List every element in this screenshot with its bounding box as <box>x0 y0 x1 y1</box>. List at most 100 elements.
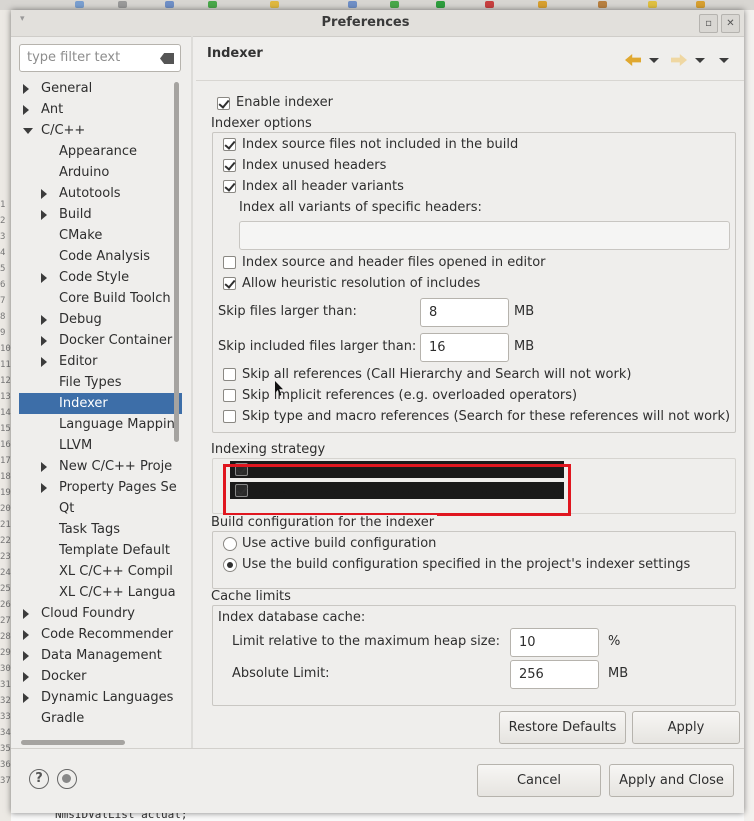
tree-item[interactable]: File Types <box>19 372 182 393</box>
tree-item[interactable]: Cloud Foundry <box>19 603 182 624</box>
tree-item[interactable]: Dynamic Languages <box>19 687 182 708</box>
absolute-limit-field[interactable] <box>510 660 599 689</box>
view-menu-chevron-icon[interactable] <box>719 58 729 63</box>
tree-item[interactable]: Property Pages Se <box>19 477 182 498</box>
tree-item[interactable]: Appearance <box>19 141 182 162</box>
line-number: 33 <box>0 712 11 722</box>
help-icon[interactable]: ? <box>29 769 49 789</box>
heuristic-includes-checkbox[interactable] <box>223 277 236 290</box>
tree-item[interactable]: CMake <box>19 225 182 246</box>
scrollbar-thumb[interactable] <box>174 82 179 442</box>
specific-headers-field[interactable] <box>239 221 730 250</box>
annotation-highlight-box <box>223 464 571 516</box>
chevron-right-icon[interactable] <box>41 210 47 220</box>
tree-item[interactable]: Data Management <box>19 645 182 666</box>
absolute-limit-label: Absolute Limit: <box>232 666 330 681</box>
tree-item[interactable]: Debug <box>19 309 182 330</box>
forward-history-chevron-icon[interactable] <box>695 58 705 63</box>
tree-item-label: Code Analysis <box>59 249 150 264</box>
clear-filter-icon[interactable] <box>160 53 174 64</box>
apply-button[interactable]: Apply <box>632 711 740 744</box>
tree-item[interactable]: General <box>19 78 182 99</box>
tree-item[interactable]: Ant <box>19 99 182 120</box>
skip-type-macro-references-checkbox[interactable] <box>223 410 236 423</box>
back-arrow-icon[interactable] <box>625 54 641 66</box>
chevron-right-icon[interactable] <box>23 672 29 682</box>
close-icon[interactable]: ✕ <box>721 14 740 33</box>
tree-item[interactable]: Indexer <box>19 393 182 414</box>
skip-files-larger-input[interactable] <box>429 305 499 320</box>
index-unused-headers-checkbox[interactable] <box>223 159 236 172</box>
chevron-right-icon[interactable] <box>23 105 29 115</box>
tree-horizontal-scrollbar[interactable] <box>19 737 179 747</box>
chevron-right-icon[interactable] <box>23 84 29 94</box>
tree-item[interactable]: XL C/C++ Compil <box>19 561 182 582</box>
tree-item[interactable]: Core Build Toolch <box>19 288 182 309</box>
skip-all-references-checkbox[interactable] <box>223 368 236 381</box>
preference-tree: General Ant C/C++ Appearance Arduino Autotool… <box>19 78 182 745</box>
chevron-right-icon[interactable] <box>41 189 47 199</box>
tree-item[interactable]: C/C++ <box>19 120 182 141</box>
forward-arrow-icon[interactable] <box>671 54 687 66</box>
chevron-right-icon[interactable] <box>41 273 47 283</box>
absolute-limit-input[interactable] <box>519 667 589 682</box>
index-source-not-in-build-checkbox[interactable] <box>223 138 236 151</box>
back-history-chevron-icon[interactable] <box>649 58 659 63</box>
use-active-config-radio[interactable] <box>223 537 237 551</box>
relative-heap-field[interactable] <box>510 628 599 657</box>
title-bar[interactable]: ▾ Preferences ▫ ✕ <box>11 10 744 37</box>
tree-item[interactable]: Arduino <box>19 162 182 183</box>
tree-item[interactable]: Qt <box>19 498 182 519</box>
tree-item[interactable]: Autotools <box>19 183 182 204</box>
chevron-down-icon[interactable] <box>23 128 33 134</box>
tree-item[interactable]: Editor <box>19 351 182 372</box>
import-preferences-icon[interactable] <box>57 769 77 789</box>
chevron-right-icon[interactable] <box>23 630 29 640</box>
chevron-right-icon[interactable] <box>23 651 29 661</box>
chevron-right-icon[interactable] <box>41 315 47 325</box>
tree-item[interactable]: Build <box>19 204 182 225</box>
line-number: 2 <box>0 216 6 226</box>
tree-item[interactable]: Code Recommender <box>19 624 182 645</box>
tree-item[interactable]: Code Style <box>19 267 182 288</box>
tree-item[interactable]: Template Default <box>19 540 182 561</box>
filter-input-box[interactable] <box>19 44 181 72</box>
chevron-right-icon[interactable] <box>41 336 47 346</box>
pane-sash[interactable] <box>191 36 193 748</box>
apply-and-close-button[interactable]: Apply and Close <box>609 764 734 797</box>
skip-included-larger-input[interactable] <box>429 340 499 355</box>
relative-heap-label: Limit relative to the maximum heap size: <box>232 634 500 649</box>
chevron-right-icon[interactable] <box>41 357 47 367</box>
restore-defaults-button[interactable]: Restore Defaults <box>499 711 626 744</box>
tree-item[interactable]: Task Tags <box>19 519 182 540</box>
filter-input[interactable] <box>27 50 153 65</box>
scrollbar-thumb[interactable] <box>21 740 125 745</box>
use-project-config-radio[interactable] <box>223 558 237 572</box>
index-all-header-variants-checkbox[interactable] <box>223 180 236 193</box>
tree-item-label: Arduino <box>59 165 110 180</box>
tree-item[interactable]: New C/C++ Proje <box>19 456 182 477</box>
tree-item[interactable]: Docker <box>19 666 182 687</box>
code-text: NmsIDValList actual; <box>55 813 188 821</box>
skip-included-larger-field[interactable] <box>420 333 509 362</box>
tree-item[interactable]: Gradle <box>19 708 182 729</box>
tree-item[interactable]: XL C/C++ Langua <box>19 582 182 603</box>
tree-item[interactable]: Code Analysis <box>19 246 182 267</box>
tree-vertical-scrollbar[interactable] <box>172 80 180 745</box>
maximize-icon[interactable]: ▫ <box>699 14 718 33</box>
chevron-right-icon[interactable] <box>41 483 47 493</box>
tree-item[interactable]: Language Mappin <box>19 414 182 435</box>
tree-item[interactable]: LLVM <box>19 435 182 456</box>
enable-indexer-checkbox[interactable] <box>217 97 230 110</box>
skip-files-larger-field[interactable] <box>420 298 509 327</box>
cancel-button[interactable]: Cancel <box>477 764 601 797</box>
chevron-right-icon[interactable] <box>23 609 29 619</box>
relative-heap-input[interactable] <box>519 635 589 650</box>
specific-headers-input[interactable] <box>248 228 318 243</box>
skip-type-macro-references-label: Skip type and macro references (Search f… <box>242 409 731 424</box>
index-opened-in-editor-checkbox[interactable] <box>223 256 236 269</box>
chevron-right-icon[interactable] <box>23 693 29 703</box>
chevron-right-icon[interactable] <box>41 462 47 472</box>
tree-item[interactable]: Docker Container <box>19 330 182 351</box>
skip-implicit-references-checkbox[interactable] <box>223 389 236 402</box>
